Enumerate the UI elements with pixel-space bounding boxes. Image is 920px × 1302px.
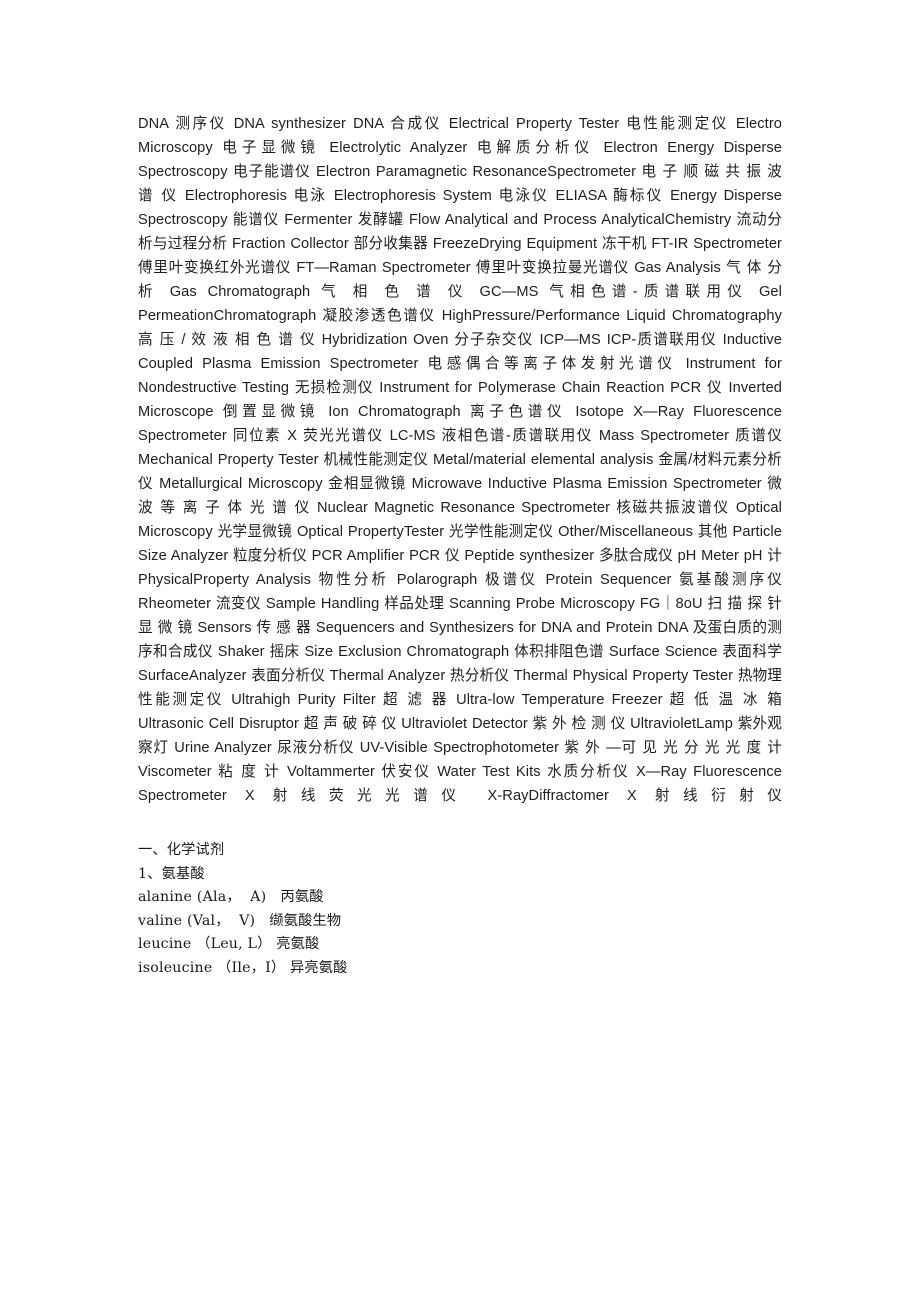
amino-acid-line-isoleucine: isoleucine （Ile，I） 异亮氨酸 <box>138 959 348 976</box>
amino-acid-line-leucine: leucine （Leu, L） 亮氨酸 <box>138 936 320 952</box>
chemical-reagents-section: 一、化学试剂 1、氨基酸 alanine (Ala， A) 丙氨酸 valine… <box>138 839 782 980</box>
subsection-heading-amino-acids: 1、氨基酸 <box>138 865 205 882</box>
amino-acid-line-valine: valine (Val， V) 缬氨酸生物 <box>138 912 342 929</box>
document-text-column: DNA 测序仪 DNA synthesizer DNA 合成仪 Electric… <box>138 112 782 980</box>
amino-acid-line-alanine: alanine (Ala， A) 丙氨酸 <box>138 889 324 905</box>
section-heading-chemical-reagents: 一、化学试剂 <box>138 842 225 858</box>
instrument-glossary-paragraph: DNA 测序仪 DNA synthesizer DNA 合成仪 Electric… <box>138 116 782 804</box>
document-page: DNA 测序仪 DNA synthesizer DNA 合成仪 Electric… <box>0 0 920 1302</box>
